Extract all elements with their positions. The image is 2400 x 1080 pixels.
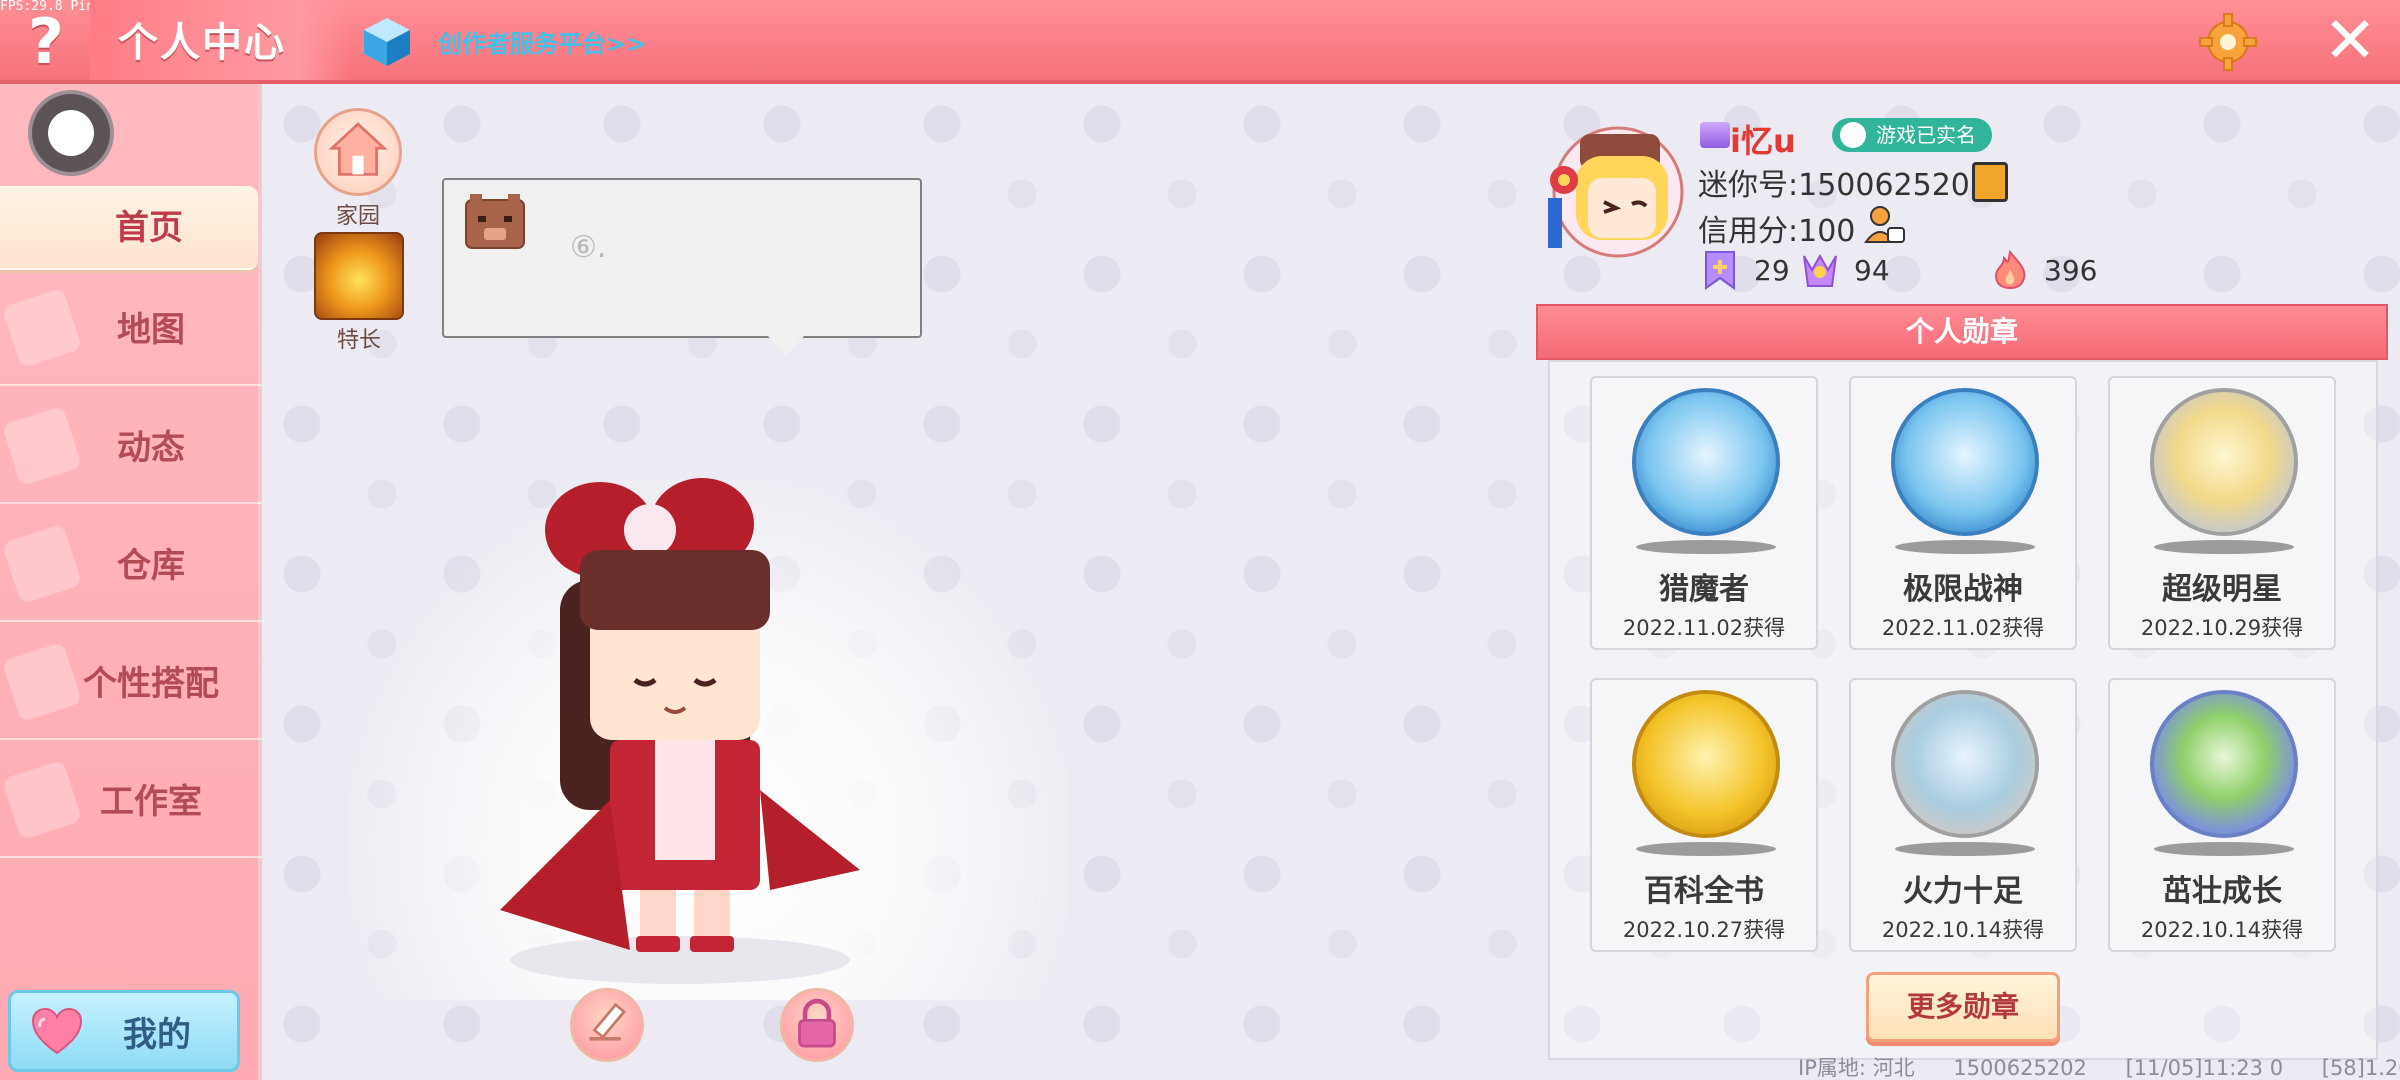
mine-label: 我的 bbox=[123, 1015, 191, 1055]
stat-value: 29 bbox=[1754, 254, 1790, 287]
pig-face-icon bbox=[465, 194, 525, 249]
flame-icon bbox=[1994, 250, 2026, 290]
badge-date: 2022.10.29获得 bbox=[2140, 616, 2304, 640]
user-check-icon bbox=[1840, 122, 1866, 148]
footer-time: [11/05]11:23 0 bbox=[2125, 1056, 2284, 1080]
home-shortcut[interactable]: 家园 bbox=[314, 108, 402, 230]
footer-info: IP属地: 河北 1500625202 [11/05]11:23 0 [58]1… bbox=[1798, 1052, 2400, 1080]
badge-card[interactable]: 超级明星 2022.10.29获得 bbox=[2108, 376, 2336, 650]
footer-uid: 1500625202 bbox=[1953, 1056, 2087, 1080]
pencil-icon bbox=[589, 1002, 627, 1041]
sidebar-item-warehouse[interactable]: 仓库 bbox=[0, 510, 262, 622]
badge-card[interactable]: 极限战神 2022.11.02获得 bbox=[1849, 376, 2077, 650]
sidebar-item-label: 首页 bbox=[115, 208, 183, 248]
player-avatar[interactable] bbox=[440, 470, 900, 990]
badge-date: 2022.10.27获得 bbox=[1622, 918, 1786, 942]
profile-avatar[interactable] bbox=[1534, 108, 1690, 264]
gear-icon[interactable] bbox=[2196, 10, 2260, 74]
medal-shadow bbox=[2154, 540, 2294, 554]
talent-label: 特长 bbox=[336, 328, 381, 353]
speech-bubble[interactable]: ⑥. bbox=[442, 178, 922, 356]
nickname: i忆u bbox=[1730, 122, 1796, 160]
box-icon bbox=[1, 523, 83, 605]
badge-name: 超级明星 bbox=[2162, 572, 2282, 607]
badge-date: 2022.11.02获得 bbox=[1881, 616, 2045, 640]
mini-id: 迷你号:1500625202 bbox=[1698, 168, 1989, 203]
ip-location: IP属地: 河北 bbox=[1798, 1056, 1915, 1080]
more-badges-button[interactable]: 更多勋章 bbox=[1866, 972, 2060, 1042]
superstar-medal-icon bbox=[2150, 388, 2298, 536]
close-button[interactable]: ✕ bbox=[2318, 9, 2382, 74]
medal-shadow bbox=[1895, 540, 2035, 554]
talent-shortcut[interactable]: 特长 bbox=[314, 232, 404, 354]
help-button[interactable]: ? bbox=[14, 8, 78, 76]
badge-date: 2022.11.02获得 bbox=[1622, 616, 1786, 640]
bookmark-plus-icon bbox=[1705, 251, 1735, 290]
home-label: 家园 bbox=[335, 204, 380, 229]
sidebar: 首页 地图 动态 仓库 个性搭配 工作室 我的 bbox=[0, 84, 262, 1080]
verified-badge: 游戏已实名 bbox=[1832, 118, 1992, 152]
badge-card[interactable]: 百科全书 2022.10.27获得 bbox=[1590, 678, 1818, 952]
badge-name: 极限战神 bbox=[1903, 572, 2023, 607]
boss-medal-icon bbox=[1891, 388, 2039, 536]
badge-card[interactable]: 猎魔者 2022.11.02获得 bbox=[1590, 376, 1818, 650]
credit-user-icon[interactable] bbox=[1864, 204, 1906, 246]
badges-header: 个人勋章 bbox=[1536, 304, 2388, 360]
trophy-cheer-icon bbox=[1803, 253, 1837, 287]
cube-icon[interactable] bbox=[362, 16, 412, 68]
house-icon bbox=[314, 108, 402, 196]
record-dot-icon bbox=[48, 110, 94, 156]
stat-value: 396 bbox=[2044, 254, 2098, 287]
sidebar-item-studio[interactable]: 工作室 bbox=[0, 746, 262, 858]
sidebar-item-label: 个性搭配 bbox=[83, 664, 219, 704]
record-button[interactable] bbox=[28, 90, 114, 176]
stat-value: 94 bbox=[1854, 254, 1890, 287]
badge-card[interactable]: 茁壮成长 2022.10.14获得 bbox=[2108, 678, 2336, 952]
badge-name: 百科全书 bbox=[1644, 874, 1764, 909]
top-bar: FPS:29.8 Ping:0 ? 个人中心 创作者服务平台>> ✕ bbox=[0, 0, 2400, 84]
sidebar-item-label: 地图 bbox=[117, 310, 185, 350]
badge-name: 茁壮成长 bbox=[2162, 874, 2282, 909]
map-icon bbox=[1, 287, 83, 369]
copy-icon[interactable] bbox=[1972, 162, 2008, 202]
sidebar-item-outfit[interactable]: 个性搭配 bbox=[0, 628, 262, 740]
page-title: 个人中心 bbox=[118, 20, 286, 66]
encyclopedia-medal-icon bbox=[1632, 690, 1780, 838]
bell-icon bbox=[1, 405, 83, 487]
badge-card[interactable]: 火力十足 2022.10.14获得 bbox=[1849, 678, 2077, 952]
creator-platform-link[interactable]: 创作者服务平台>> bbox=[438, 24, 646, 59]
edit-button[interactable] bbox=[570, 988, 644, 1062]
mine-button[interactable]: 我的 bbox=[8, 990, 240, 1072]
badge-name: 火力十足 bbox=[1903, 874, 2023, 909]
bubble-text: ⑥. bbox=[570, 230, 607, 265]
lock-button[interactable] bbox=[780, 988, 854, 1062]
medal-shadow bbox=[1636, 842, 1776, 856]
heart-icon bbox=[31, 1007, 83, 1055]
sidebar-item-label: 仓库 bbox=[117, 546, 185, 586]
medal-shadow bbox=[1895, 842, 2035, 856]
talent-icon bbox=[314, 232, 404, 320]
firepower-medal-icon bbox=[1891, 690, 2039, 838]
medal-shadow bbox=[1636, 540, 1776, 554]
growth-medal-icon bbox=[2150, 690, 2298, 838]
sidebar-item-label: 工作室 bbox=[100, 782, 202, 822]
sidebar-item-home[interactable]: 首页 bbox=[0, 186, 258, 270]
sidebar-item-label: 动态 bbox=[117, 428, 185, 468]
vip-icon bbox=[1700, 122, 1730, 148]
sidebar-item-map[interactable]: 地图 bbox=[0, 274, 262, 386]
demon-hunter-medal-icon bbox=[1632, 388, 1780, 536]
medal-shadow bbox=[2154, 842, 2294, 856]
verified-label: 游戏已实名 bbox=[1876, 123, 1976, 147]
credit-score: 信用分:100 bbox=[1698, 214, 1856, 249]
badge-date: 2022.10.14获得 bbox=[1881, 918, 2045, 942]
footer-version: [58]1.20.0 bbox=[2321, 1056, 2400, 1080]
sidebar-item-feed[interactable]: 动态 bbox=[0, 392, 262, 504]
lock-icon bbox=[798, 998, 836, 1048]
badge-name: 猎魔者 bbox=[1659, 572, 1749, 607]
badge-date: 2022.10.14获得 bbox=[2140, 918, 2304, 942]
